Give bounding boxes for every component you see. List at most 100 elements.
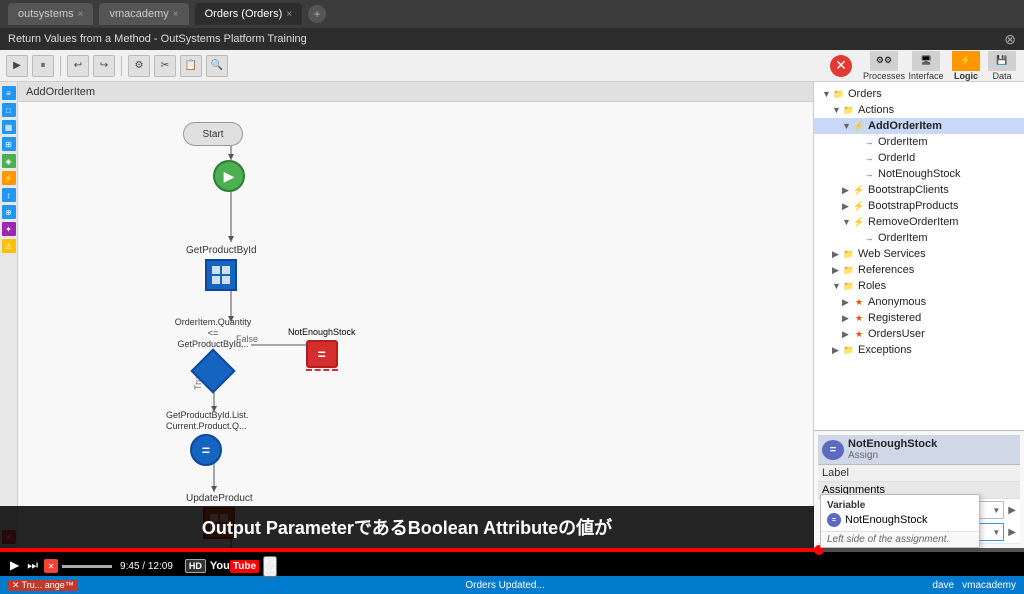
sidebar-icon-9[interactable]: ✦ [2,222,16,236]
assign-header: = NotEnoughStock Assign [818,435,1020,465]
tooltip-section: Variable = NotEnoughStock [821,495,979,532]
tab-outsystems[interactable]: outsystems × [8,3,93,25]
folder-icon-roles: 📁 [842,279,856,293]
node-condition[interactable]: OrderItem.Quantity<= GetProductById... [173,317,253,391]
tree-item-orderid[interactable]: → OrderId [814,150,1024,166]
diamond-shape[interactable] [193,351,233,391]
tree-item-addorderitem[interactable]: ▼ ⚡ AddOrderItem [814,118,1024,134]
right-panel: ▼ 📁 Orders ▼ 📁 Actions ▼ ⚡ AddOrderItem … [814,82,1024,548]
tree-item-webservices[interactable]: ▶ 📁 Web Services [814,246,1024,262]
canvas-header: AddOrderItem [18,82,813,102]
tree-item-removeorderitem[interactable]: ▼ ⚡ RemoveOrderItem [814,214,1024,230]
sidebar-icon-8[interactable]: ⊕ [2,205,16,219]
processes-tab[interactable]: ⚙⚙ Processes [864,51,904,81]
tree-item-registered[interactable]: ▶ ★ Registered [814,310,1024,326]
sidebar-icon-4[interactable]: ⊞ [2,137,16,151]
tooltip-item-notenoughstock[interactable]: = NotEnoughStock [827,512,973,528]
close-window-icon[interactable]: ⊗ [1004,31,1016,48]
query-shape-getproduct[interactable] [205,259,237,291]
main-area: ≡ □ ▦ ⊞ ◈ ⚡ ↕ ⊕ ✦ ⚠ ✕ AddOrderItem [0,82,1024,548]
arrow-icon-orderitem2: → [862,231,876,245]
toolbar-btn-pause[interactable]: ⏸ [32,55,54,77]
time-display: 9:45 / 12:09 [120,561,173,572]
caption-overlay: Output ParameterであるBoolean Attributeの値が [0,506,814,548]
sidebar-icon-7[interactable]: ↕ [2,188,16,202]
folder-icon-webservices: 📁 [842,247,856,261]
tree-item-actions[interactable]: ▼ 📁 Actions [814,102,1024,118]
status-module: vmacademy [962,580,1016,591]
tree-arrow-orders: ▼ [822,89,832,99]
tab-orders[interactable]: Orders (Orders) × [195,3,302,25]
tree-item-anonymous[interactable]: ▶ ★ Anonymous [814,294,1024,310]
tab-close-vmacademy[interactable]: × [173,9,179,20]
flow-container[interactable]: False True Start ▶ GetProductById [18,102,813,548]
error-status[interactable]: ✕ Tru... ange™ [8,580,78,591]
assign-shape-getproduct[interactable]: = [190,434,222,466]
fullscreen-button[interactable]: ⛶ [263,556,277,577]
logic-tab[interactable]: ⚡ Logic [948,51,984,81]
toolbar-btn-settings[interactable]: ⚙ [128,55,150,77]
node-getproductbyid[interactable]: GetProductById [186,242,257,291]
toolbar-btn-redo[interactable]: ↪ [93,55,115,77]
toolbar-btn-search[interactable]: 🔍 [206,55,228,77]
value-options-btn[interactable]: ▶ [1008,527,1016,538]
tab-vmacademy[interactable]: vmacademy × [99,3,188,25]
start-shape: Start [183,122,243,146]
tree-item-notenoughstock[interactable]: → NotEnoughStock [814,166,1024,182]
left-sidebar: ≡ □ ▦ ⊞ ◈ ⚡ ↕ ⊕ ✦ ⚠ ✕ [0,82,18,548]
sidebar-icon-5[interactable]: ◈ [2,154,16,168]
sidebar-icon-6[interactable]: ⚡ [2,171,16,185]
sidebar-icon-3[interactable]: ▦ [2,120,16,134]
tab-close-orders[interactable]: × [286,9,292,20]
tooltip-popup: Variable = NotEnoughStock Left side of t… [820,494,980,548]
toolbar-btn-cut[interactable]: ✂ [154,55,176,77]
variable-options-btn[interactable]: ▶ [1008,505,1016,516]
assign-node-icon: = [822,440,844,460]
sidebar-icon-warning[interactable]: ⚠ [2,239,16,253]
arrow-icon-orderitem: → [862,135,876,149]
tree-item-bootstrapclients[interactable]: ▶ ⚡ BootstrapClients [814,182,1024,198]
tree-item-roles[interactable]: ▼ 📁 Roles [814,278,1024,294]
data-tab[interactable]: 💾 Data [986,51,1018,81]
tree-item-exceptions[interactable]: ▶ 📁 Exceptions [814,342,1024,358]
star-icon-ordersuser: ★ [852,327,866,341]
dropdown-arrow-value: ▼ [992,528,1000,537]
main-toolbar: ▶ ⏸ ↩ ↪ ⚙ ✂ 📋 🔍 ✕ ⚙⚙ Processes 🖥 Interfa… [0,50,1024,82]
stop-video-button[interactable]: ✕ [44,559,58,573]
skip-forward-button[interactable]: ⏭ [25,558,40,573]
node-begin[interactable]: ▶ [213,160,245,192]
node-getproductlist[interactable]: GetProductById.List.Current.Product.Q...… [166,410,246,466]
volume-slider[interactable] [62,565,112,568]
progress-track[interactable] [0,548,1024,552]
tab-close-outsystems[interactable]: × [78,9,84,20]
tree-item-orderitem[interactable]: → OrderItem [814,134,1024,150]
label-row: Label [818,465,1020,482]
interface-tab[interactable]: 🖥 Interface [906,51,946,81]
tree-panel[interactable]: ▼ 📁 Orders ▼ 📁 Actions ▼ ⚡ AddOrderItem … [814,82,1024,430]
begin-shape[interactable]: ▶ [213,160,245,192]
tree-item-bootstrapproducts[interactable]: ▶ ⚡ BootstrapProducts [814,198,1024,214]
play-pause-button[interactable]: ▶ [8,558,21,572]
toolbar-btn-undo[interactable]: ↩ [67,55,89,77]
hd-badge: HD [185,559,206,573]
tree-item-references[interactable]: ▶ 📁 References [814,262,1024,278]
tooltip-section-title: Variable [827,498,973,512]
toolbar-separator-2 [121,56,122,76]
node-notenoughstock[interactable]: NotEnoughStock = [288,327,356,371]
canvas-area: AddOrderItem [18,82,814,548]
tree-item-orders[interactable]: ▼ 📁 Orders [814,86,1024,102]
stop-button[interactable]: ✕ [830,55,852,77]
status-center-text: Orders Updated... [465,580,544,591]
tree-item-orderitem2[interactable]: → OrderItem [814,230,1024,246]
assign-node-type: Assign [848,450,937,461]
notenoughstock-shape[interactable]: = [306,340,338,368]
node-start: Start [183,122,243,146]
progress-fill [0,548,819,552]
sidebar-icon-1[interactable]: ≡ [2,86,16,100]
toolbar-btn-copy[interactable]: 📋 [180,55,202,77]
sidebar-icon-2[interactable]: □ [2,103,16,117]
tree-item-ordersuser[interactable]: ▶ ★ OrdersUser [814,326,1024,342]
tooltip-footer: Left side of the assignment. [821,532,979,547]
toolbar-btn-play[interactable]: ▶ [6,55,28,77]
new-tab-button[interactable]: + [308,5,326,23]
